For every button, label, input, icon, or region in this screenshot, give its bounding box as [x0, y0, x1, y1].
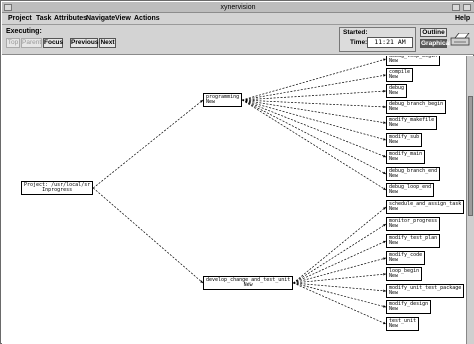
parent-button[interactable]: Parent	[21, 38, 42, 48]
node-monitor-progress[interactable]: monitor_progress New	[386, 217, 441, 231]
edge-line	[293, 206, 387, 284]
node-modify-design[interactable]: modify_design New	[386, 300, 432, 314]
node-debug-loop-begin[interactable]: debug_loop_begin New	[386, 56, 441, 66]
node-status: New	[389, 139, 399, 145]
edge-line	[241, 99, 387, 191]
window-title: xynervision	[220, 4, 256, 11]
node-status: New	[389, 273, 399, 279]
edge-line	[293, 273, 387, 284]
previous-button[interactable]: Previous	[70, 38, 98, 48]
time-label: Time:	[350, 39, 368, 46]
node-label: modify_unit_test_package	[389, 285, 462, 291]
edge-line	[242, 90, 387, 101]
node-test-unit[interactable]: test_unit New	[386, 317, 420, 331]
executing-label: Executing:	[6, 28, 42, 35]
edge-line	[293, 223, 387, 284]
node-compile[interactable]: compile New	[386, 68, 414, 82]
vertical-scrollbar[interactable]	[466, 56, 474, 344]
node-status: New	[389, 290, 399, 296]
app-window: xynervision Project Task Attributes Navi…	[0, 0, 474, 344]
node-debug-branch-end[interactable]: debug_branch_end New	[386, 167, 441, 181]
node-modify-code[interactable]: modify_code New	[386, 251, 426, 265]
edge-line	[93, 99, 204, 189]
printer-icon[interactable]	[450, 33, 470, 46]
started-time-group: Started: Time: 11:21 AM	[339, 27, 416, 52]
node-develop-change-and-test-unit[interactable]: develop_change_and_test_unit New	[203, 276, 294, 290]
outline-button[interactable]: Outline	[420, 28, 447, 37]
node-programming[interactable]: programming New	[203, 93, 243, 107]
node-loop-begin[interactable]: loop_begin New	[386, 267, 423, 281]
node-status: New	[389, 156, 399, 162]
node-status: New	[389, 122, 399, 128]
menu-actions[interactable]: Actions	[132, 14, 162, 24]
time-field[interactable]: 11:21 AM	[367, 37, 413, 48]
node-modify-main[interactable]: modify_main New	[386, 150, 426, 164]
node-modify-unit-test-package[interactable]: modify_unit_test_package New	[386, 284, 465, 298]
edge-line	[241, 99, 387, 158]
node-status: New	[389, 58, 399, 64]
focus-button[interactable]: Focus	[43, 38, 63, 48]
maximize-icon[interactable]	[463, 4, 471, 11]
node-modify-makefile[interactable]: modify_makefile New	[386, 116, 438, 130]
node-status: New	[389, 189, 399, 195]
edge-line	[242, 58, 387, 101]
node-status: New	[389, 74, 399, 80]
node-status: New	[389, 306, 399, 312]
menu-task[interactable]: Task	[34, 14, 53, 24]
menu-bar: Project Task Attributes Navigate View Ac…	[2, 13, 474, 25]
node-debug-loop-end[interactable]: debug_loop_end New	[386, 183, 435, 197]
node-debug-branch-begin[interactable]: debug_branch_begin New	[386, 100, 447, 114]
node-label: schedule_and_assign_task	[389, 201, 462, 207]
title-bar[interactable]: xynervision	[2, 2, 474, 13]
node-status: New	[389, 223, 399, 229]
node-status: New	[389, 106, 399, 112]
node-status: New	[243, 282, 253, 288]
node-modify-test-plan[interactable]: modify_test_plan New	[386, 234, 441, 248]
edge-line	[241, 99, 387, 175]
node-status: New	[389, 240, 399, 246]
menu-view[interactable]: View	[113, 14, 133, 24]
edge-line	[293, 282, 387, 292]
node-status: New	[206, 99, 216, 105]
node-status: New	[389, 90, 399, 96]
edge-line	[242, 74, 387, 101]
edge-line	[242, 99, 387, 124]
top-button[interactable]: Top	[6, 38, 20, 48]
node-status: Inprogress	[42, 187, 73, 193]
toolbar: Executing: Top Parent Focus Previous Nex…	[2, 25, 474, 55]
edge-line	[93, 187, 204, 284]
node-debug[interactable]: debug New	[386, 84, 408, 98]
node-status: New	[389, 257, 399, 263]
node-status: New	[389, 173, 399, 179]
node-status: New	[389, 323, 399, 329]
node-project-root[interactable]: Project: /usr/local/sr Inprogress	[21, 181, 94, 195]
edge-line	[242, 99, 387, 141]
node-modify-sub[interactable]: modify_sub New	[386, 133, 423, 147]
graph-canvas[interactable]: Project: /usr/local/sr Inprogress progra…	[2, 56, 466, 344]
minimize-icon[interactable]	[452, 4, 460, 11]
scrollbar-thumb[interactable]	[468, 96, 473, 216]
menu-help[interactable]: Help	[453, 14, 472, 24]
node-schedule-and-assign-task[interactable]: schedule_and_assign_task New	[386, 200, 465, 214]
node-status: New	[389, 206, 399, 212]
graphical-button[interactable]: Graphical	[420, 39, 451, 48]
started-label: Started:	[343, 29, 368, 36]
menu-project[interactable]: Project	[6, 14, 34, 24]
next-button[interactable]: Next	[99, 38, 116, 48]
